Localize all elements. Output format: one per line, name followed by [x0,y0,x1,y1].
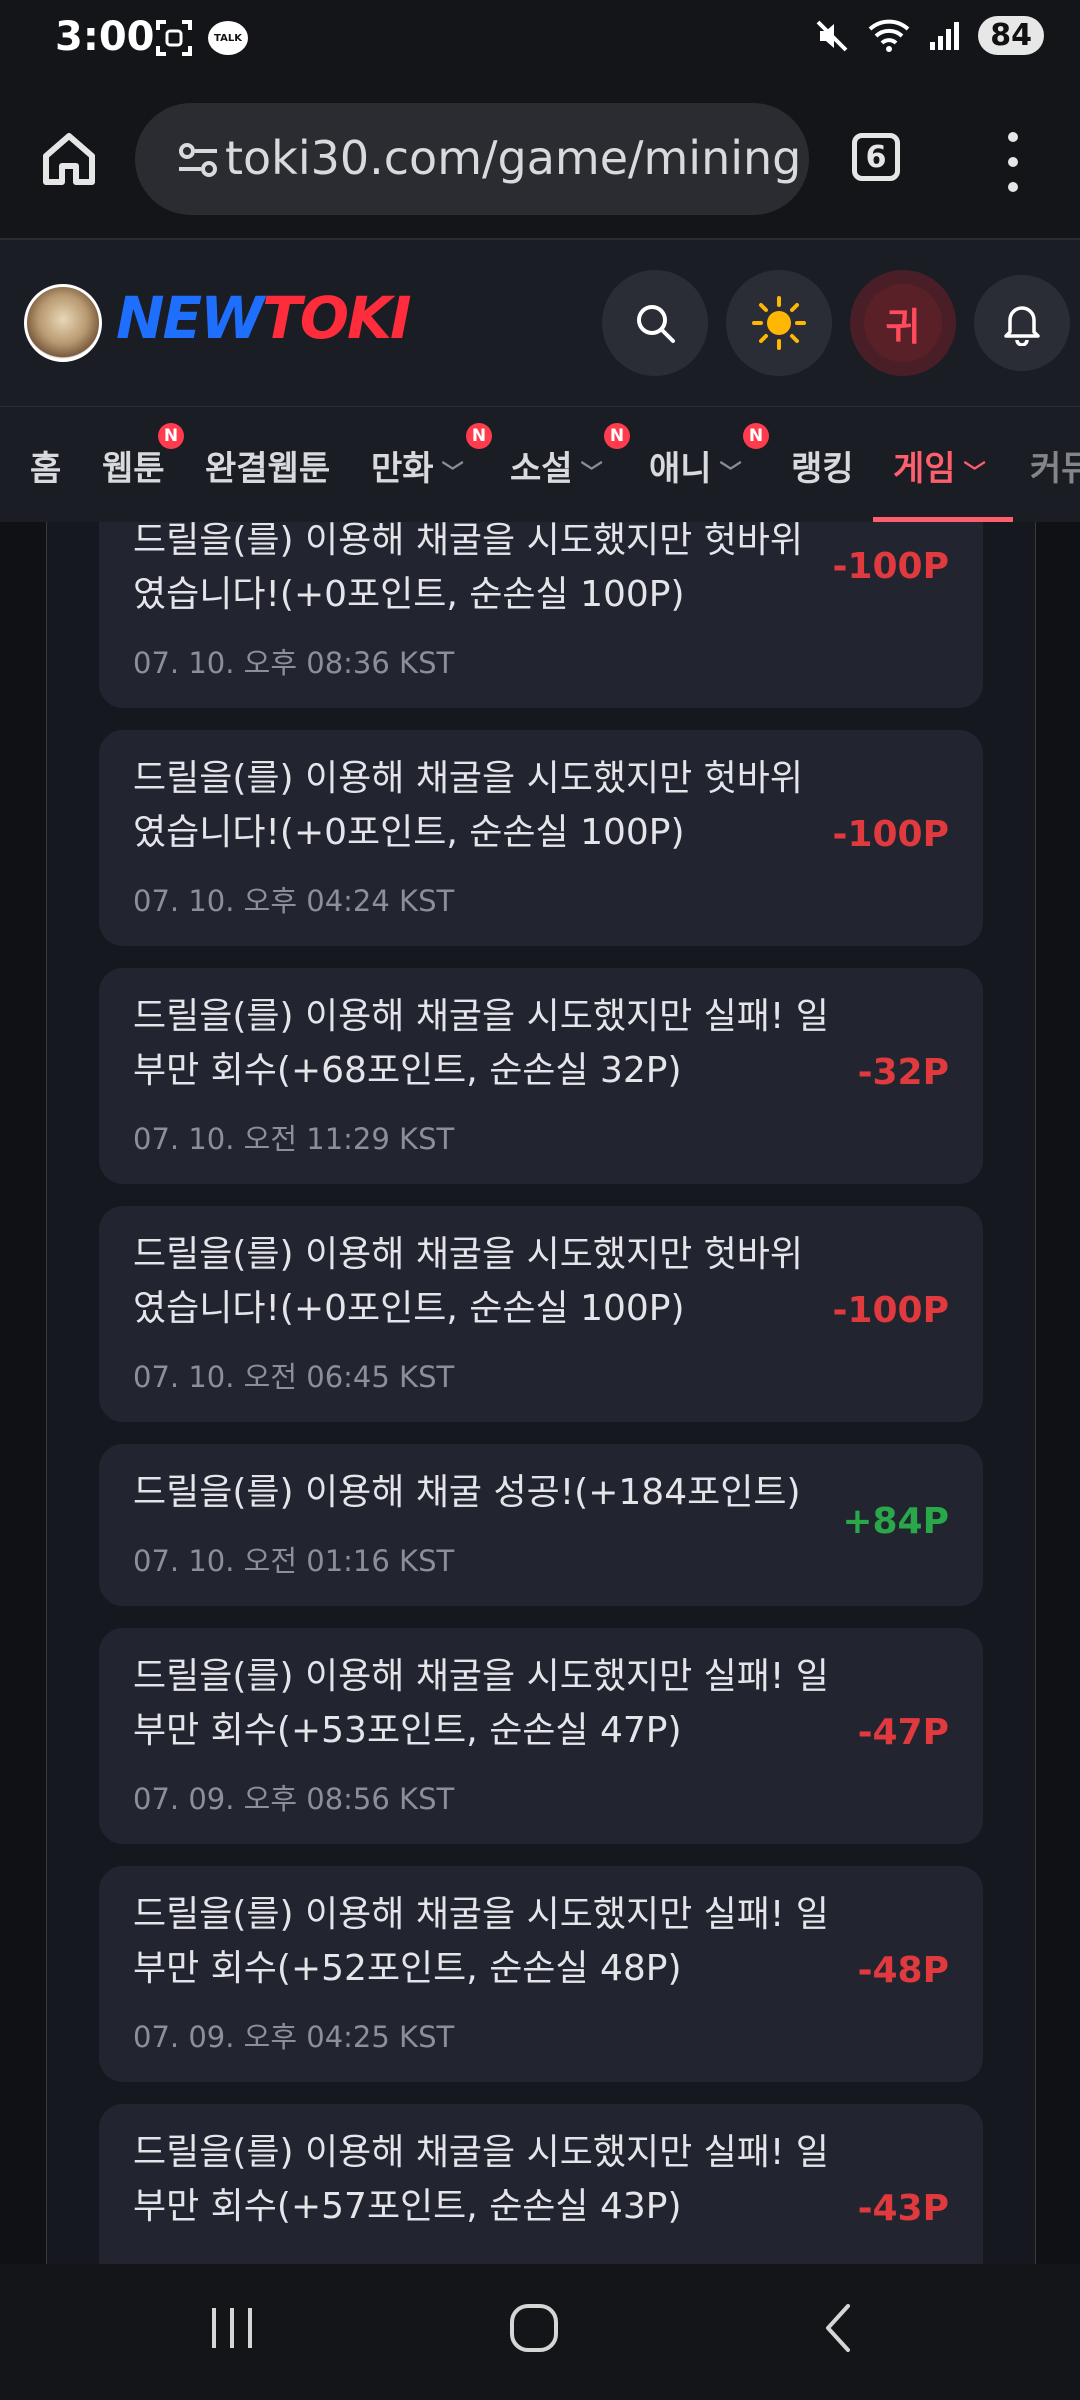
history-amount: -100P [832,1290,949,1331]
nav-webtoon[interactable]: 웹툰 [102,441,165,490]
home-nav-icon[interactable] [506,2300,562,2356]
status-left-icons: TALK [154,18,248,58]
history-amount: -47P [857,1712,949,1753]
site-settings-icon[interactable] [175,137,221,183]
home-icon[interactable] [38,128,100,190]
history-message: 드릴을(를) 이용해 채굴 성공!(+184포인트) [133,1472,801,1513]
nav-home[interactable]: 홈 [30,441,61,490]
address-bar[interactable]: toki30.com/game/mining [135,103,809,215]
history-time: 07. 10. 오전 06:45 KST [133,1360,455,1394]
user-avatar-button[interactable]: 귀 [850,270,956,376]
user-initial: 귀 [864,284,942,362]
notification-button[interactable] [974,275,1070,371]
system-nav-bar [0,2264,1080,2400]
screenshot-icon [156,20,192,56]
history-amount: -100P [832,546,949,587]
talk-icon: TALK [208,21,248,55]
history-amount: -32P [857,1052,949,1093]
new-badge: N [743,423,769,449]
new-badge: N [158,423,184,449]
search-button[interactable] [602,270,708,376]
history-item: 드릴을(를) 이용해 채굴 성공!(+184포인트) 07. 10. 오전 01… [99,1444,983,1606]
new-badge: N [466,423,492,449]
bell-icon [1004,306,1040,346]
history-amount: +84P [842,1501,949,1542]
tab-switcher-button[interactable]: 6 [852,133,900,181]
site-logo[interactable]: NEWTOKI [116,284,412,352]
history-item: 드릴을(를) 이용해 채굴을 시도했지만 실패! 일부만 회수(+57포인트, … [99,2104,983,2264]
history-time: 07. 09. 오후 04:25 KST [133,2020,455,2054]
battery-level: 84 [978,16,1044,55]
history-message: 드릴을(를) 이용해 채굴을 시도했지만 실패! 일부만 회수(+68포인트, … [133,996,829,1091]
history-amount: -48P [857,1950,949,1991]
history-time: 07. 10. 오후 04:24 KST [133,884,455,918]
status-bar: 3:00 TALK 84 [0,0,1080,80]
history-item: 드릴을(를) 이용해 채굴을 시도했지만 헛바위였습니다!(+0포인트, 순손실… [99,730,983,946]
history-message: 드릴을(를) 이용해 채굴을 시도했지만 헛바위였습니다!(+0포인트, 순손실… [133,1234,804,1329]
history-message: 드릴을(를) 이용해 채굴을 시도했지만 실패! 일부만 회수(+53포인트, … [133,1656,829,1751]
nav-game[interactable]: 게임 ﹀ [893,441,986,490]
history-amount: -100P [832,814,949,855]
signal-icon [930,21,960,50]
nav-community[interactable]: 커뮤 [1030,441,1080,490]
new-badge: N [604,423,630,449]
history-item: 드릴을(를) 이용해 채굴을 시도했지만 실패! 일부만 회수(+53포인트, … [99,1628,983,1844]
history-message: 드릴을(를) 이용해 채굴을 시도했지만 헛바위였습니다!(+0포인트, 순손실… [133,758,804,853]
browser-menu-icon[interactable] [998,132,1028,192]
status-right-icons: 84 [814,16,1044,55]
history-item: 드릴을(를) 이용해 채굴을 시도했지만 실패! 일부만 회수(+52포인트, … [99,1866,983,2082]
history-time: 07. 10. 오후 08:36 KST [133,646,455,680]
history-item: 드릴을(를) 이용해 채굴을 시도했지만 헛바위였습니다!(+0포인트, 순손실… [99,1206,983,1422]
history-item: 드릴을(를) 이용해 채굴을 시도했지만 헛바위였습니다!(+0포인트, 순손실… [99,522,983,708]
history-amount: -43P [857,2188,949,2229]
history-time: 07. 09. 오후 08:56 KST [133,1782,455,1816]
category-nav: 홈 웹툰 N 완결웹툰 만화﹀ N 소설﹀ N 애니﹀ N 랭킹 게임﹀ 커뮤 [0,406,1080,524]
nav-manga[interactable]: 만화 ﹀ [371,441,464,490]
logo-avatar[interactable] [24,284,102,362]
history-item: 드릴을(를) 이용해 채굴을 시도했지만 실패! 일부만 회수(+68포인트, … [99,968,983,1184]
history-panel: 드릴을(를) 이용해 채굴을 시도했지만 헛바위였습니다!(+0포인트, 순손실… [46,522,1036,2264]
history-time: 07. 10. 오전 11:29 KST [133,1122,455,1156]
history-time: 07. 10. 오전 01:16 KST [133,1544,455,1578]
status-time: 3:00 [55,14,155,60]
browser-toolbar: toki30.com/game/mining 6 [0,80,1080,240]
mining-history: 드릴을(를) 이용해 채굴을 시도했지만 헛바위였습니다!(+0포인트, 순손실… [0,522,1080,2264]
history-message: 드릴을(를) 이용해 채굴을 시도했지만 실패! 일부만 회수(+57포인트, … [133,2132,829,2227]
nav-novel[interactable]: 소설 ﹀ [510,441,603,490]
wifi-icon [868,19,910,52]
site-header: NEWTOKI 귀 [0,240,1080,406]
theme-toggle-button[interactable] [726,270,832,376]
sun-icon [752,296,806,350]
history-message: 드릴을(를) 이용해 채굴을 시도했지만 헛바위였습니다!(+0포인트, 순손실… [133,522,804,615]
nav-completed-webtoon[interactable]: 완결웹툰 [205,441,330,490]
nav-ranking[interactable]: 랭킹 [791,441,854,490]
history-message: 드릴을(를) 이용해 채굴을 시도했지만 실패! 일부만 회수(+52포인트, … [133,1894,829,1989]
back-icon[interactable] [812,2300,868,2356]
nav-anime[interactable]: 애니 ﹀ [649,441,742,490]
search-icon [637,305,675,343]
recent-apps-icon[interactable] [204,2300,260,2356]
url-text[interactable]: toki30.com/game/mining [225,131,801,185]
mute-icon [816,20,848,51]
